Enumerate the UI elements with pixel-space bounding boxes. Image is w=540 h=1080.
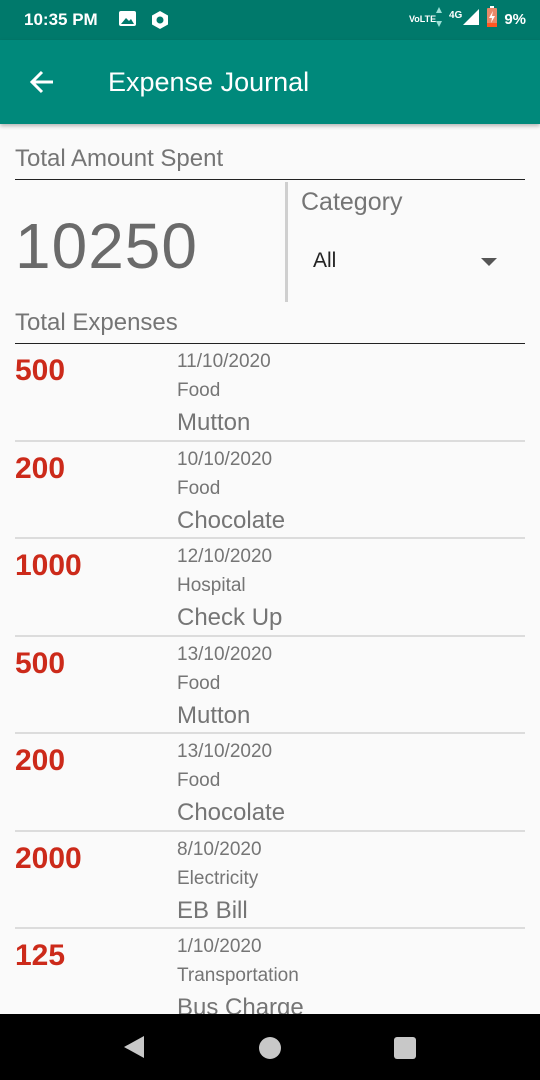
expense-description: Chocolate (177, 506, 286, 534)
expense-amount: 500 (15, 354, 66, 387)
expense-category: Hospital (177, 575, 246, 596)
expense-category: Food (177, 672, 221, 694)
dropdown-arrow-icon (481, 258, 497, 266)
arrow-back-icon (29, 70, 53, 94)
expense-category: Electricity (177, 867, 259, 889)
expense-date: 13/10/2020 (177, 643, 273, 665)
expense-description: Chocolate (177, 799, 286, 826)
battery-percent: 9% (504, 11, 526, 28)
nav-back-icon[interactable] (122, 1034, 146, 1065)
data-activity-icon (435, 6, 443, 33)
navigation-bar (0, 1014, 540, 1080)
total-amount-value: 10250 (15, 210, 198, 282)
expense-amount: 500 (15, 646, 66, 680)
back-button[interactable] (22, 62, 62, 102)
total-expenses-label: Total Expenses (15, 309, 178, 336)
vertical-divider (285, 182, 288, 302)
expense-list: 500 11/10/2020 Food Mutton 200 10/10/202… (0, 344, 540, 1014)
main-content: Total Amount Spent 10250 Category All To… (0, 124, 540, 1014)
signal-icon (462, 8, 480, 31)
expense-row[interactable]: 500 11/10/2020 Food Mutton (0, 344, 540, 442)
expense-amount: 125 (15, 939, 66, 972)
total-amount-divider (15, 179, 525, 180)
volte-badge: VoLTE (408, 14, 437, 24)
expense-date: 1/10/2020 (177, 936, 262, 957)
page-title: Expense Journal (108, 67, 310, 97)
status-time: 10:35 PM (24, 10, 98, 29)
expense-row[interactable]: 200 13/10/2020 Food Chocolate (0, 734, 540, 832)
expense-row[interactable]: 125 1/10/2020 Transportation Bus Charge (0, 929, 540, 1014)
category-label: Category (301, 188, 403, 216)
network-type: 4G (448, 10, 463, 21)
expense-description: Mutton (177, 409, 251, 436)
category-dropdown[interactable]: All (301, 242, 511, 282)
category-selected-value: All (313, 249, 337, 272)
expense-date: 10/10/2020 (177, 448, 273, 470)
nav-home-icon[interactable] (258, 1036, 282, 1065)
expense-row[interactable]: 1000 12/10/2020 Hospital Check Up (0, 539, 540, 637)
expense-date: 12/10/2020 (177, 546, 273, 567)
nav-recents-icon[interactable] (393, 1036, 417, 1065)
expense-category: Transportation (177, 965, 299, 986)
expense-amount: 200 (15, 451, 66, 485)
expense-description: Check Up (177, 604, 283, 631)
expense-description: EB Bill (177, 896, 248, 924)
expense-amount: 1000 (15, 549, 82, 582)
gallery-icon (118, 10, 137, 32)
total-amount-label: Total Amount Spent (15, 145, 224, 172)
expense-category: Food (177, 770, 221, 791)
expense-amount: 2000 (15, 841, 82, 875)
expense-date: 8/10/2020 (177, 838, 262, 860)
expense-description: Mutton (177, 701, 251, 729)
status-bar: 10:35 PM VoLTE 4G 9% (0, 0, 540, 40)
expense-date: 11/10/2020 (177, 351, 271, 372)
expense-description: Bus Charge (177, 994, 304, 1014)
expense-row[interactable]: 2000 8/10/2020 Electricity EB Bill (0, 832, 540, 929)
expense-amount: 200 (15, 744, 66, 777)
expense-category: Food (177, 477, 221, 499)
expense-row[interactable]: 200 10/10/2020 Food Chocolate (0, 442, 540, 539)
battery-icon (486, 6, 498, 33)
expense-row[interactable]: 500 13/10/2020 Food Mutton (0, 637, 540, 734)
expense-category: Food (177, 380, 221, 401)
expense-date: 13/10/2020 (177, 741, 273, 762)
app-bar: Expense Journal (0, 40, 540, 124)
settings-sync-icon (150, 10, 170, 35)
